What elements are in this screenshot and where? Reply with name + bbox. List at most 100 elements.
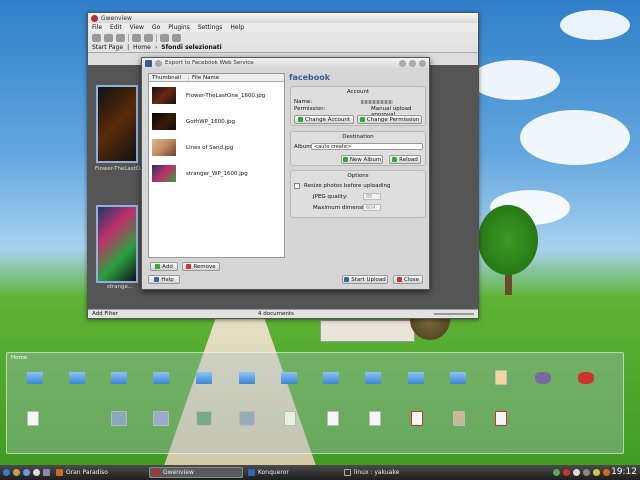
add-button[interactable]: Add bbox=[150, 262, 178, 271]
pdf-icon[interactable] bbox=[495, 411, 507, 426]
archive-icon[interactable] bbox=[453, 411, 465, 426]
list-item[interactable]: Lines of Sand.jpg bbox=[149, 135, 284, 160]
folder-icon[interactable] bbox=[239, 372, 255, 384]
browse-icon[interactable] bbox=[92, 33, 101, 42]
reload-button[interactable]: Reload bbox=[389, 155, 421, 164]
menu-help[interactable]: Help bbox=[230, 24, 244, 31]
launcher-icon[interactable] bbox=[23, 469, 30, 476]
image-file-icon[interactable] bbox=[196, 411, 212, 426]
close-button[interactable]: Close bbox=[393, 275, 423, 284]
list-item[interactable]: GothWP_1600.jpg bbox=[149, 109, 284, 134]
clock[interactable]: 19:12 bbox=[611, 467, 637, 477]
pager-icon[interactable] bbox=[43, 469, 50, 476]
reload-label: Reload bbox=[399, 156, 418, 163]
shortcut-icon[interactable] bbox=[578, 372, 594, 384]
account-group: Account Name: Permission: Manual upload … bbox=[290, 86, 426, 126]
tray-icon[interactable] bbox=[573, 469, 580, 476]
thumbnail-stranger[interactable] bbox=[96, 205, 138, 283]
menu-file[interactable]: File bbox=[92, 24, 102, 31]
rotate-left-icon[interactable] bbox=[160, 33, 169, 42]
menu-go[interactable]: Go bbox=[152, 24, 160, 31]
main-toolbar bbox=[88, 32, 478, 43]
menu-plugins[interactable]: Plugins bbox=[168, 24, 190, 31]
change-permission-button[interactable]: Change Permission bbox=[357, 115, 422, 124]
add-filter-button[interactable]: Add Filter bbox=[92, 311, 118, 317]
menu-edit[interactable]: Edit bbox=[110, 24, 122, 31]
task-gwenview[interactable]: Gwenview bbox=[149, 467, 243, 478]
image-file-icon[interactable] bbox=[153, 411, 169, 426]
folder-icon[interactable] bbox=[111, 372, 127, 384]
home-folder-view: Home bbox=[6, 352, 624, 454]
spreadsheet-icon[interactable] bbox=[284, 411, 296, 426]
start-page-link[interactable]: Start Page bbox=[92, 44, 123, 51]
tray-icon[interactable] bbox=[603, 469, 610, 476]
new-album-button[interactable]: New Album bbox=[341, 155, 383, 164]
disc-icon[interactable] bbox=[535, 372, 551, 384]
rotate-right-icon[interactable] bbox=[172, 33, 181, 42]
minimize-icon[interactable] bbox=[409, 59, 416, 67]
app-menu-icon[interactable] bbox=[91, 14, 98, 22]
text-file-icon[interactable] bbox=[327, 411, 339, 426]
folder-icon[interactable] bbox=[365, 372, 381, 384]
folder-icon[interactable] bbox=[323, 372, 339, 384]
folder-icon[interactable] bbox=[281, 372, 297, 384]
terminal-icon bbox=[344, 469, 351, 476]
folder-crumb[interactable]: Sfondi selezionati bbox=[161, 44, 221, 51]
filename-column-header[interactable]: File Name bbox=[189, 75, 222, 81]
remove-button[interactable]: Remove bbox=[182, 262, 220, 271]
max-dimension-spinbox[interactable]: 604 bbox=[363, 204, 381, 211]
home-crumb[interactable]: Home bbox=[133, 44, 151, 51]
dialog-titlebar[interactable]: Export to Facebook Web Service bbox=[142, 58, 429, 68]
file-list[interactable]: Thumbnail File Name Flower-TheLastOne_16… bbox=[148, 73, 285, 258]
close-icon[interactable] bbox=[419, 59, 426, 67]
folder-icon[interactable] bbox=[153, 372, 169, 384]
folder-icon[interactable] bbox=[450, 372, 466, 384]
file-icon[interactable] bbox=[27, 411, 39, 426]
image-file-icon[interactable] bbox=[111, 411, 127, 426]
pin-icon[interactable] bbox=[155, 59, 162, 67]
change-account-button[interactable]: Change Account bbox=[294, 115, 354, 124]
next-icon[interactable] bbox=[144, 33, 153, 42]
help-button[interactable]: Help bbox=[148, 275, 180, 284]
task-yakuake[interactable]: linux : yakuake bbox=[341, 467, 435, 478]
thumbnail-column-header[interactable]: Thumbnail bbox=[149, 74, 189, 81]
thumbnail-flower[interactable] bbox=[96, 85, 138, 163]
gwenview-title: Gwenview bbox=[101, 14, 132, 22]
tray-icon[interactable] bbox=[563, 469, 570, 476]
task-konqueror[interactable]: Konqueror bbox=[245, 467, 339, 478]
zoom-slider[interactable] bbox=[434, 313, 474, 315]
tray-icon[interactable] bbox=[553, 469, 560, 476]
menu-settings[interactable]: Settings bbox=[198, 24, 223, 31]
file-name: stranger_WP_1600.jpg bbox=[186, 170, 248, 177]
gwenview-titlebar[interactable]: Gwenview bbox=[88, 13, 478, 23]
kde-menu-icon[interactable] bbox=[3, 469, 10, 476]
file-name: Flower-TheLastOne_1600.jpg bbox=[186, 92, 266, 99]
menu-view[interactable]: View bbox=[130, 24, 144, 31]
previous-icon[interactable] bbox=[132, 33, 141, 42]
folder-icon[interactable] bbox=[196, 372, 212, 384]
list-item[interactable]: Flower-TheLastOne_1600.jpg bbox=[149, 83, 284, 108]
pdf-icon[interactable] bbox=[411, 411, 423, 426]
task-gran-paradiso[interactable]: Gran Paradiso bbox=[53, 467, 147, 478]
file-thumbnail bbox=[152, 113, 176, 130]
view-icon[interactable] bbox=[104, 33, 113, 42]
album-select[interactable]: <auto create> bbox=[311, 143, 423, 150]
tray-icon[interactable] bbox=[593, 469, 600, 476]
launcher-icon[interactable] bbox=[33, 469, 40, 476]
start-upload-button[interactable]: Start Upload bbox=[342, 275, 388, 284]
change-permission-label: Change Permission bbox=[366, 116, 420, 123]
resize-checkbox[interactable] bbox=[294, 183, 300, 189]
launcher-icon[interactable] bbox=[13, 469, 20, 476]
help-book-icon bbox=[154, 277, 160, 282]
list-item[interactable]: stranger_WP_1600.jpg bbox=[149, 161, 284, 186]
folder-icon[interactable] bbox=[27, 372, 43, 384]
image-file-icon[interactable] bbox=[239, 411, 255, 426]
jpeg-quality-spinbox[interactable]: 85 bbox=[363, 193, 381, 200]
fullscreen-icon[interactable] bbox=[116, 33, 125, 42]
document-icon[interactable] bbox=[495, 370, 507, 385]
text-file-icon[interactable] bbox=[369, 411, 381, 426]
folder-icon[interactable] bbox=[69, 372, 85, 384]
folder-icon[interactable] bbox=[408, 372, 424, 384]
volume-icon[interactable] bbox=[583, 469, 590, 476]
help-icon[interactable] bbox=[399, 59, 406, 67]
